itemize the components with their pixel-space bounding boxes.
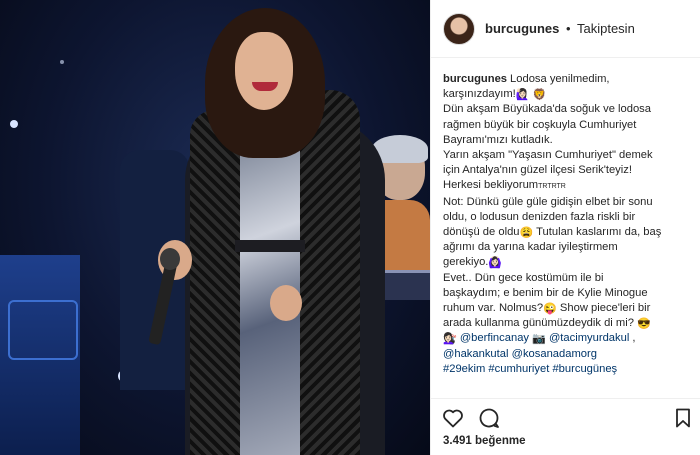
likes-label: beğenme (474, 435, 526, 447)
caption-line: arada kullanma günümüzdeydik di mi? 😎 (443, 316, 693, 331)
caption-line: gerekiyo.🙆🏻‍♀️ (443, 255, 693, 270)
stage-light (10, 120, 18, 128)
caption-text: dönüşü de oldu (443, 226, 520, 239)
heart-icon[interactable] (441, 406, 465, 430)
mention-link[interactable]: @berfincanay (460, 332, 529, 344)
likes-count[interactable]: 3.491 beğenme (443, 435, 525, 447)
caption-text: Show piece'leri bir (559, 302, 651, 315)
mention-link[interactable]: @tacimyurdakul (549, 332, 629, 344)
caption-username[interactable]: burcugunes (443, 73, 507, 85)
emoji: 🙆🏻‍♀️ (488, 257, 503, 270)
caption-line: Evet.. Dün gece kostümüm ile bi (443, 271, 604, 284)
fur-trim-right (300, 90, 360, 455)
microphone-head (160, 248, 180, 270)
caption-line: Herkesi bekliyorumTRTRTR (443, 178, 693, 194)
emoji: 📷 (532, 333, 546, 346)
caption-line: rağmen büyük bir coşkuyla Cumhuriyet (443, 118, 637, 131)
caption-line: #29ekim #cumhuriyet #burcugüneş (443, 362, 693, 377)
caption-line: başkaydım; e benim bir de Kylie Minogue (443, 286, 648, 299)
action-bar (441, 406, 693, 432)
caption-line: @hakankutal @kosanadamorg (443, 347, 693, 362)
bookmark-icon[interactable] (671, 406, 695, 430)
likes-number: 3.491 (443, 435, 472, 447)
caption-text: arada kullanma günümüzdeydik di mi? (443, 317, 634, 330)
post-side-panel: burcugunes • Takiptesin burcugunes Lodosa… (430, 0, 700, 455)
caption-line: ruhum var. Nolmus?😜 Show piece'leri bir (443, 301, 693, 316)
singer-face (235, 32, 293, 110)
caption-line: oldu, o lodusun denizden fazla riskli bi… (443, 210, 636, 223)
caption-line: ağrımı da yarına kadar iyileştirmem (443, 241, 618, 254)
avatar[interactable] (443, 12, 475, 45)
post-caption: burcugunes Lodosa yenilmedim, karşınızday… (443, 72, 693, 377)
mention-link[interactable]: @hakankutal (443, 348, 508, 360)
caption-line: için Antalya'nın güzel ilçesi Serik'teyi… (443, 164, 632, 177)
caption-small-text: TRTRTR (538, 183, 566, 191)
caption-line: Not: Dünkü güle güle gidişin elbet bir s… (443, 195, 653, 208)
singer-hand-right (270, 285, 302, 321)
fur-trim-left (190, 110, 240, 455)
emoji: 😎 (637, 318, 651, 331)
caption-line: 💇🏻‍♀️ @berfincanay 📷 @tacimyurdakul , (443, 331, 693, 346)
caption-text: gerekiyo. (443, 256, 489, 269)
singer-suit (235, 118, 305, 455)
mention-link[interactable]: @kosanadamorg (512, 348, 597, 360)
hashtag-link[interactable]: #cumhuriyet (488, 363, 549, 375)
emoji: 💇🏻‍♀️ (443, 333, 457, 346)
caption-line: karşınızdayım!🙋🏻‍♀️ 🦁 (443, 87, 693, 102)
caption-line: Yarın akşam "Yaşasın Cumhuriyet" demek (443, 149, 653, 162)
hashtag-link[interactable]: #29ekim (443, 363, 485, 375)
follow-status[interactable]: Takiptesin (577, 21, 635, 36)
caption-line: burcugunes Lodosa yenilmedim, (443, 72, 693, 87)
post-photo[interactable] (0, 0, 430, 455)
separator-dot: • (566, 21, 571, 36)
caption-text: Lodosa yenilmedim, (510, 73, 610, 85)
comment-icon[interactable] (477, 406, 501, 430)
caption-text: karşınızdayım! (443, 88, 516, 101)
header-text: burcugunes • Takiptesin (485, 21, 635, 36)
stage-light (60, 60, 64, 64)
hashtag-link[interactable]: #burcugüneş (552, 363, 617, 375)
amplifier-panel (8, 300, 78, 360)
divider (431, 398, 700, 399)
caption-text: Herkesi bekliyorum (443, 179, 539, 192)
caption-line: Bayramı'mızı kutladık. (443, 133, 553, 146)
emoji: 🙋🏻‍♀️ 🦁 (515, 89, 547, 102)
caption-text: Tutulan kaslarımı da, baş (536, 226, 662, 239)
caption-text: ruhum var. Nolmus? (443, 302, 544, 315)
post-header: burcugunes • Takiptesin (431, 0, 700, 58)
caption-line: Dün akşam Büyükada'da soğuk ve lodosa (443, 103, 651, 116)
emoji: 😩 (519, 227, 534, 240)
header-username[interactable]: burcugunes (485, 21, 559, 36)
caption-text: , (632, 332, 636, 345)
caption-line: dönüşü de oldu😩 Tutulan kaslarımı da, ba… (443, 225, 693, 240)
singer-belt (235, 240, 305, 252)
emoji: 😜 (543, 303, 557, 316)
